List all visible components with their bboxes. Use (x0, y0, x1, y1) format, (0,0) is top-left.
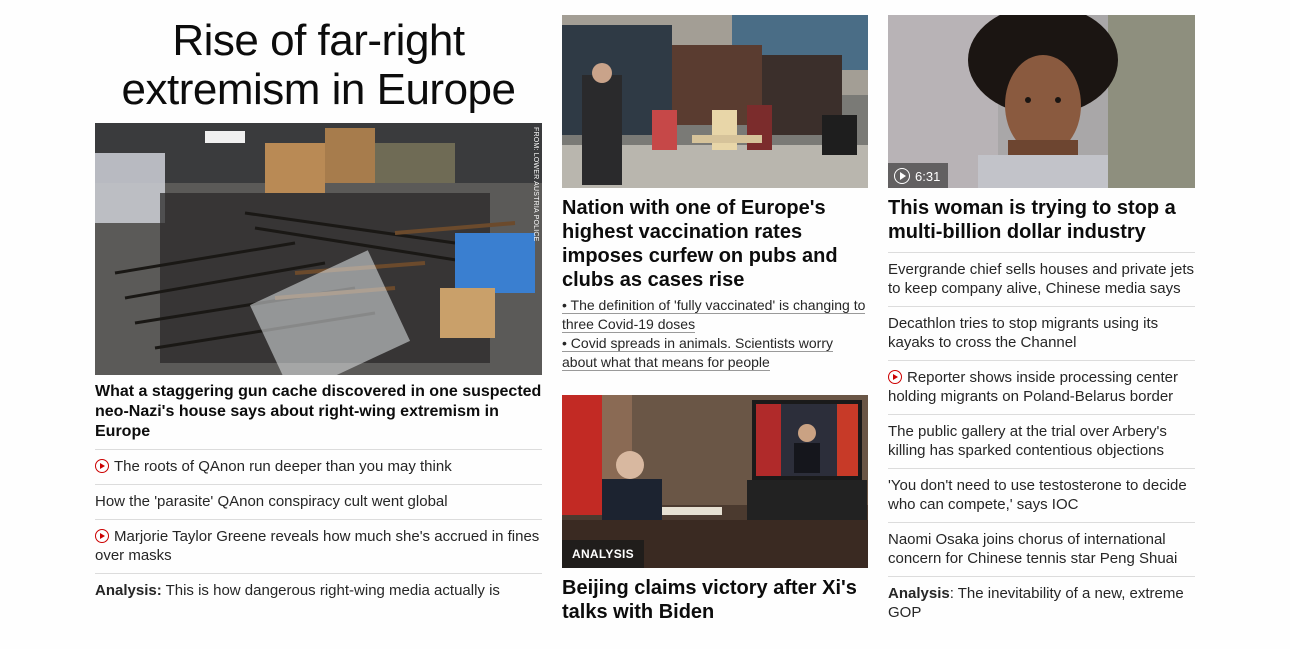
gun-cache-image[interactable]: FROM: LOWER AUSTRIA POLICE (95, 123, 542, 375)
image-credit: FROM: LOWER AUSTRIA POLICE (532, 127, 539, 242)
curfew-headline[interactable]: Nation with one of Europe's highest vacc… (562, 196, 868, 292)
woman-video-image[interactable]: 6:31 (888, 15, 1195, 188)
column-middle: Nation with one of Europe's highest vacc… (562, 15, 868, 624)
xi-biden-image[interactable]: ANALYSIS (562, 395, 868, 568)
list-item[interactable]: Reporter shows inside processing center … (888, 360, 1195, 414)
analysis-badge: ANALYSIS (562, 540, 644, 568)
bullet-link[interactable]: • Covid spreads in animals. Scientists w… (562, 334, 868, 372)
column-far-right: Rise of far-right extremism in Europe FR… (95, 15, 542, 608)
list-item[interactable]: Marjorie Taylor Greene reveals how much … (95, 519, 542, 573)
video-duration: 6:31 (888, 163, 949, 188)
list-item[interactable]: The roots of QAnon run deeper than you m… (95, 449, 542, 484)
list-item[interactable]: Naomi Osaka joins chorus of internationa… (888, 522, 1195, 576)
list-item[interactable]: Evergrande chief sells houses and privat… (888, 252, 1195, 306)
column-right: 6:31 This woman is trying to stop a mult… (888, 15, 1195, 630)
list-item[interactable]: How the 'parasite' QAnon conspiracy cult… (95, 484, 542, 519)
play-icon (95, 459, 109, 473)
right-links: Evergrande chief sells houses and privat… (888, 252, 1195, 630)
xi-biden-headline[interactable]: Beijing claims victory after Xi's talks … (562, 576, 868, 624)
pub-curfew-image[interactable] (562, 15, 868, 188)
list-item[interactable]: Analysis: This is how dangerous right-wi… (95, 573, 542, 608)
bullet-link[interactable]: • The definition of 'fully vaccinated' i… (562, 296, 868, 334)
play-icon (888, 370, 902, 384)
list-item[interactable]: Decathlon tries to stop migrants using i… (888, 306, 1195, 360)
zone-title[interactable]: Rise of far-right extremism in Europe (95, 16, 542, 114)
list-item[interactable]: 'You don't need to use testosterone to d… (888, 468, 1195, 522)
list-item[interactable]: The public gallery at the trial over Arb… (888, 414, 1195, 468)
woman-headline[interactable]: This woman is trying to stop a multi-bil… (888, 196, 1195, 252)
curfew-bullets: • The definition of 'fully vaccinated' i… (562, 296, 868, 372)
play-circle-icon (894, 168, 910, 184)
related-links: The roots of QAnon run deeper than you m… (95, 449, 542, 608)
list-item[interactable]: Analysis: The inevitability of a new, ex… (888, 576, 1195, 630)
play-icon (95, 529, 109, 543)
gun-cache-headline[interactable]: What a staggering gun cache discovered i… (95, 382, 542, 449)
